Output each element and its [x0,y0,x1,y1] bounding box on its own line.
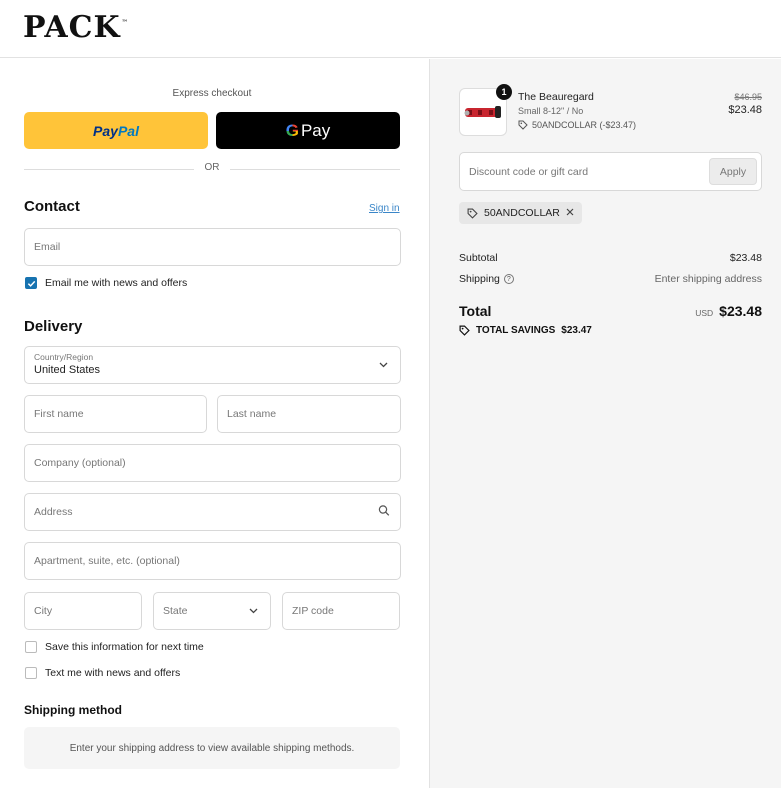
applied-discount-chip: 50ANDCOLLAR [459,202,582,224]
close-icon[interactable] [566,207,574,219]
shipping-method-title: Shipping method [24,703,122,717]
total-label: Total [459,303,492,319]
product-price: $23.48 [728,104,762,116]
address-placeholder: Address [34,506,73,518]
product-original-price: $46.95 [734,92,762,102]
discount-placeholder: Discount code or gift card [469,165,589,178]
tag-icon [459,325,470,336]
paypal-pay-text: Pay [93,122,118,139]
city-placeholder: City [34,605,53,617]
first-name-field[interactable]: First name [24,395,207,433]
state-select[interactable]: State [153,592,271,630]
chevron-down-icon [249,606,258,616]
last-name-placeholder: Last name [227,408,277,420]
shipping-method-message: Enter your shipping address to view avai… [69,742,355,754]
header: PACK™ [0,0,781,58]
shipping-row: Shipping? [459,273,514,285]
brand-logo-text: PACK [23,10,121,45]
city-field[interactable]: City [24,592,142,630]
subtotal-value: $23.48 [729,252,762,264]
paypal-pal-text: Pal [117,122,139,139]
email-placeholder: Email [34,241,61,253]
save-info-checkbox[interactable] [25,641,37,653]
or-divider: OR [24,162,400,176]
quantity-badge: 1 [496,84,512,100]
help-icon[interactable]: ? [503,274,514,285]
shipping-method-notice: Enter your shipping address to view avai… [24,727,400,769]
product-name: The Beauregard [518,91,594,103]
company-placeholder: Company (optional) [34,457,126,469]
email-news-option[interactable]: Email me with news and offers [25,277,187,289]
google-g-icon: G [285,120,299,140]
product-discount: 50ANDCOLLAR (-$23.47) [518,120,636,130]
product-image [464,106,501,118]
shipping-label: Shipping [459,273,500,285]
or-text: OR [204,162,220,173]
subtotal-label: Subtotal [459,252,498,264]
email-field[interactable]: Email [24,228,401,266]
save-info-label: Save this information for next time [45,641,204,653]
tag-icon [467,208,478,219]
zip-placeholder: ZIP code [292,605,334,617]
savings-value: $23.47 [561,325,592,336]
first-name-placeholder: First name [34,408,84,420]
total-value: $23.48 [719,303,762,319]
shipping-value: Enter shipping address [654,273,762,285]
apply-discount-button[interactable]: Apply [709,158,757,185]
trademark: ™ [121,19,129,26]
company-field[interactable]: Company (optional) [24,444,401,482]
last-name-field[interactable]: Last name [217,395,401,433]
sign-in-link[interactable]: Sign in [369,203,400,214]
savings-label: TOTAL SAVINGS [476,325,556,336]
text-news-option[interactable]: Text me with news and offers [25,667,180,679]
text-news-checkbox[interactable] [25,667,37,679]
total-savings: TOTAL SAVINGS $23.47 [459,325,592,336]
country-select[interactable]: Country/Region United States [24,346,401,384]
delivery-title: Delivery [24,318,83,335]
google-pay-label: Pay [300,120,331,140]
paypal-button[interactable]: Pay Pal [24,112,208,149]
zip-code-field[interactable]: ZIP code [282,592,400,630]
country-value: United States [34,364,101,376]
country-label: Country/Region [34,352,94,362]
email-news-label: Email me with news and offers [45,277,188,289]
text-news-label: Text me with news and offers [45,667,181,679]
express-checkout-label: Express checkout [172,88,252,99]
product-variant: Small 8-12" / No [518,106,584,116]
tag-icon [518,120,528,130]
brand-logo[interactable]: PACK™ [23,10,128,45]
check-icon [27,280,35,287]
apartment-placeholder: Apartment, suite, etc. (optional) [34,555,180,567]
address-field[interactable]: Address [24,493,401,531]
applied-discount-code: 50ANDCOLLAR [484,207,560,219]
total-amount: USD $23.48 [695,303,762,319]
total-currency: USD [695,308,714,318]
save-info-option[interactable]: Save this information for next time [25,641,204,653]
product-discount-text: 50ANDCOLLAR (-$23.47) [532,120,637,130]
google-pay-button[interactable]: G Pay [216,112,400,149]
email-news-checkbox[interactable] [25,277,37,289]
search-icon [378,505,390,520]
state-placeholder: State [163,605,188,617]
apartment-field[interactable]: Apartment, suite, etc. (optional) [24,542,401,580]
contact-title: Contact [24,198,80,215]
chevron-down-icon [379,360,388,370]
